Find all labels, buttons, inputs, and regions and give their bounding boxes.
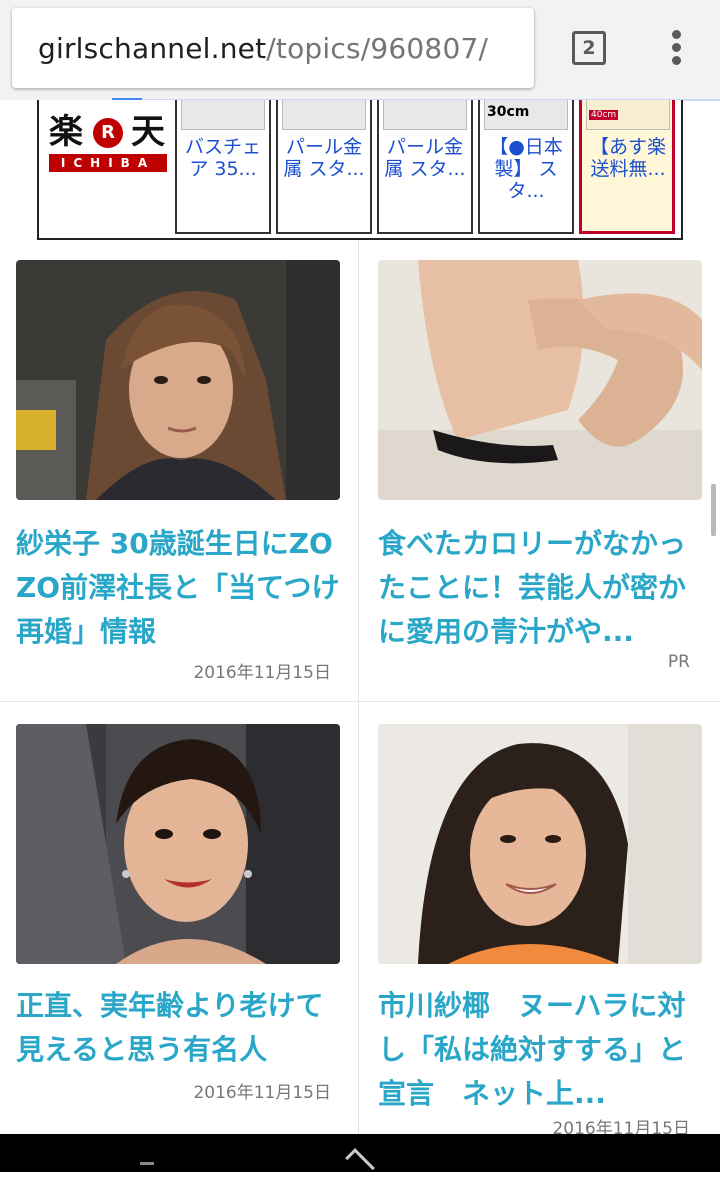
ad-item-5[interactable]: 40cm 【あす楽 送料無...: [579, 100, 675, 234]
home-icon[interactable]: [345, 1148, 375, 1178]
ad-item-label: 【あす楽 送料無...: [589, 136, 666, 180]
ad-item-image: [181, 100, 265, 130]
article-thumbnail[interactable]: [378, 260, 702, 500]
ad-item-image: [383, 100, 467, 130]
rakuten-logo[interactable]: 楽 R 天 ICHIBA: [49, 112, 169, 172]
ad-item-4[interactable]: 30cm 【●日本製】 スタ...: [478, 100, 574, 234]
article-title[interactable]: 紗栄子 30歳誕生日にZOZO前澤社長と「当てつけ再婚」情報: [16, 522, 346, 654]
scrollbar-thumb[interactable]: [711, 484, 716, 536]
rakuten-ad-banner[interactable]: 楽 R 天 ICHIBA バスチェア 35... パール金属 スタ... パール…: [37, 100, 683, 240]
rakuten-logo-char-2: 天: [131, 112, 165, 152]
ad-item-label: 【●日本製】 スタ...: [489, 136, 563, 202]
article-card[interactable]: 市川紗椰 ヌーハラに対し「私は絶対すする」と宣言 ネット上... 2016年11…: [359, 724, 704, 1139]
article-title[interactable]: 市川紗椰 ヌーハラに対し「私は絶対すする」と宣言 ネット上...: [378, 984, 708, 1116]
ad-item-label: パール金属 スタ...: [283, 136, 365, 180]
rakuten-logo-char-1: 楽: [49, 112, 83, 152]
article-date: 2016年11月15日: [193, 663, 331, 683]
ad-item-image: 30cm: [484, 100, 568, 130]
grid-divider: [0, 701, 720, 702]
ad-item-3[interactable]: パール金属 スタ...: [377, 100, 473, 234]
rakuten-logo-r: R: [93, 118, 123, 148]
url-text[interactable]: girlschannel.net/topics/960807/: [38, 32, 488, 65]
ad-item-image: [282, 100, 366, 130]
article-title[interactable]: 食べたカロリーがなかったことに！芸能人が密かに愛用の青汁がや...: [378, 522, 708, 654]
system-navigation-bar: [0, 1134, 720, 1178]
article-card[interactable]: 紗栄子 30歳誕生日にZOZO前澤社長と「当てつけ再婚」情報 2016年11月1…: [0, 260, 345, 700]
ad-item-label: パール金属 スタ...: [384, 136, 466, 180]
article-date: 2016年11月15日: [193, 1083, 331, 1103]
article-pr-label: PR: [667, 652, 690, 672]
article-card[interactable]: 正直、実年齢より老けて見えると思う有名人 2016年11月15日: [0, 724, 345, 1134]
ad-item-thumb-text: 30cm: [487, 104, 530, 120]
overflow-menu-icon[interactable]: [668, 30, 684, 70]
article-thumbnail[interactable]: [16, 260, 340, 500]
url-path: /topics/960807/: [266, 32, 489, 65]
back-icon[interactable]: [140, 1162, 154, 1165]
ad-item-thumb-text: 40cm: [589, 110, 619, 120]
tab-switcher-button[interactable]: 2: [572, 31, 606, 65]
rakuten-logo-ichiba: ICHIBA: [49, 154, 167, 172]
ad-item-1[interactable]: バスチェア 35...: [175, 100, 271, 234]
article-thumbnail[interactable]: [16, 724, 340, 964]
url-host: girlschannel.net: [38, 32, 267, 65]
article-card[interactable]: 食べたカロリーがなかったことに！芸能人が密かに愛用の青汁がや... PR: [359, 260, 704, 700]
browser-toolbar: girlschannel.net/topics/960807/ 2: [0, 0, 720, 100]
url-bar[interactable]: girlschannel.net/topics/960807/: [12, 8, 534, 88]
ad-item-2[interactable]: パール金属 スタ...: [276, 100, 372, 234]
article-title[interactable]: 正直、実年齢より老けて見えると思う有名人: [16, 984, 346, 1072]
ad-item-label: バスチェア 35...: [184, 136, 261, 180]
ad-item-image: 40cm: [586, 100, 670, 130]
article-thumbnail[interactable]: [378, 724, 702, 964]
